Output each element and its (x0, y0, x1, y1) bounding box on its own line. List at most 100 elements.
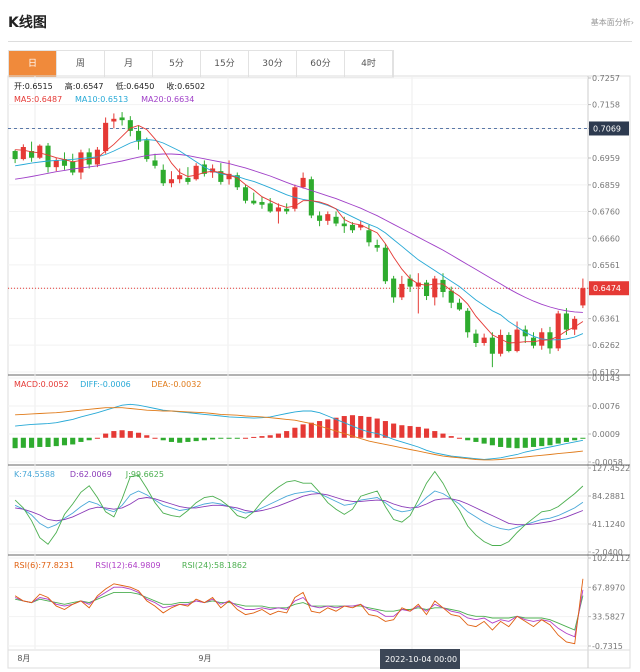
candle-body (465, 310, 471, 333)
price-tick-label-3: 0.6959 (592, 154, 620, 163)
candle-body (267, 203, 273, 212)
kdj-legend-2: J:99.6625 (125, 470, 164, 479)
macd-bar (530, 437, 537, 447)
rsi-legend-0: RSI(6):77.8231 (14, 561, 74, 570)
macd-bar (177, 437, 183, 443)
price-tick-label-5: 0.6760 (592, 207, 620, 216)
macd-legend-0: MACD:0.0052 (14, 380, 69, 389)
candle-body (366, 230, 372, 243)
macd-bar (473, 437, 479, 442)
macd-bar (193, 437, 199, 442)
macd-bar (572, 437, 578, 441)
candle-body (432, 278, 438, 298)
macd-bar (498, 437, 504, 447)
rsi-tick-label-3: -0.7315 (592, 642, 623, 651)
macd-bar (358, 416, 364, 438)
macd-bar (448, 436, 454, 438)
candle-body (37, 145, 43, 158)
candle-body (349, 224, 356, 231)
level-tag-high-label: 0.7069 (593, 124, 621, 133)
ohlc-legend-2: 低:0.6450 (116, 81, 155, 91)
candle-body (177, 175, 183, 180)
macd-bar (580, 437, 586, 439)
candle-body (448, 290, 454, 303)
macd-bar (555, 437, 561, 444)
macd-bar (374, 418, 380, 438)
macd-bar (300, 424, 306, 438)
kdj-tick-label-1: 84.2881 (592, 492, 625, 501)
candle-body (341, 223, 347, 227)
macd-bar (29, 437, 35, 448)
candle-body (12, 151, 18, 160)
candle-body (456, 302, 463, 310)
ohlc-legend-0: 开:0.6515 (14, 82, 53, 91)
macd-bar (135, 432, 142, 438)
macd-bar (275, 433, 281, 438)
macd-bar (53, 437, 59, 447)
x-label-0: 8月 (17, 654, 30, 663)
candle-body (103, 122, 109, 152)
candle-body (152, 160, 158, 166)
x-label-1: 9月 (198, 654, 211, 663)
ohlc-legend-3: 收:0.6502 (166, 81, 205, 91)
macd-bar (111, 431, 117, 438)
macd-bar (152, 437, 158, 439)
candle-body (563, 313, 569, 330)
candle-body (259, 202, 265, 205)
rsi-tick-label-1: 67.8970 (592, 583, 625, 592)
ohlc-legend-1: 高:0.6547 (65, 81, 104, 91)
macd-bar (242, 437, 249, 439)
macd-legend-2: DEA:-0.0032 (151, 380, 201, 389)
macd-bar (119, 430, 125, 438)
macd-bar (94, 437, 100, 439)
candle-body (325, 214, 331, 221)
candle-body (70, 161, 76, 173)
macd-bar (218, 437, 224, 439)
macd-tick-label-0: 0.0143 (592, 374, 620, 383)
macd-bar (284, 431, 290, 438)
kdj-j-line (14, 470, 584, 546)
candle-body (308, 179, 314, 216)
macd-bar (432, 431, 438, 438)
candle-body (391, 278, 397, 298)
macd-bar (563, 437, 569, 442)
kdj-legend-1: D:62.0069 (70, 470, 112, 479)
macd-bar (61, 437, 68, 446)
candle-body (242, 187, 249, 201)
kdj-tick-label-2: 41.1240 (592, 520, 625, 529)
macd-bar (259, 436, 265, 438)
macd-bar (547, 437, 553, 446)
kline-chart[interactable]: 0.7257 0.7158 0.6959 0.6859 0.6760 0.6660 0.65… (0, 0, 640, 672)
macd-bar (317, 421, 323, 438)
candle-body (53, 160, 59, 168)
candle-body (45, 145, 51, 168)
candle-body (300, 177, 306, 188)
level-tag-current-label: 0.6474 (593, 284, 621, 293)
rsi6-line (14, 578, 584, 645)
rsi-legend-1: RSI(12):64.9809 (95, 561, 160, 570)
candle-body (374, 245, 380, 248)
macd-bar (391, 423, 397, 438)
kdj-tick-label-0: 127.4522 (592, 464, 630, 473)
candle-body (555, 313, 561, 349)
candle-body (111, 118, 117, 122)
macd-bar (160, 437, 166, 441)
candle-body (284, 208, 290, 212)
macd-bar (514, 437, 520, 449)
macd-tick-label-1: 0.0076 (592, 402, 620, 411)
macd-bar (103, 433, 109, 438)
rsi-tick-label-0: 102.2112 (592, 554, 630, 563)
price-tick-label-9: 0.6361 (592, 315, 620, 324)
rsi-legend-2: RSI(24):58.1862 (182, 561, 247, 570)
candle-body (127, 120, 133, 131)
macd-bar (333, 417, 339, 438)
macd-bar (12, 437, 18, 449)
macd-bar (144, 435, 150, 438)
candle-body (514, 329, 520, 352)
macd-bar (456, 437, 463, 439)
candle-body (473, 333, 479, 344)
macd-bar (86, 437, 92, 441)
candle-body (78, 152, 84, 173)
candle-body (333, 216, 339, 224)
macd-legend-1: DIFF:-0.0006 (80, 380, 131, 389)
